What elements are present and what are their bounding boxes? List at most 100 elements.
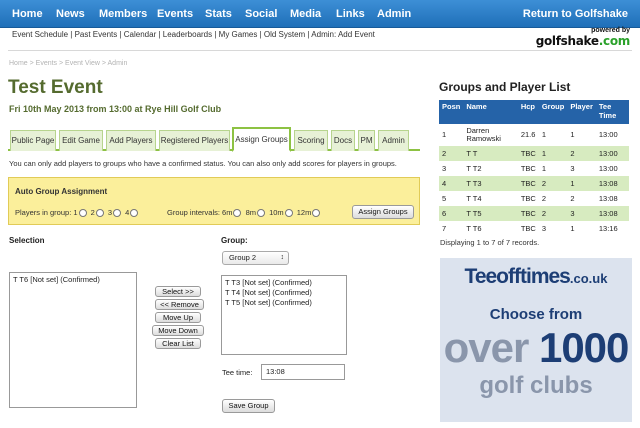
cell-posn: 1 xyxy=(442,130,447,139)
cell-posn: 4 xyxy=(439,176,464,191)
interval-10m-radio[interactable] xyxy=(284,209,293,218)
tee-time-label: Tee time: xyxy=(222,368,253,377)
cell-group: 1 xyxy=(541,130,547,139)
cell-player: 3 xyxy=(567,206,596,221)
col-posn[interactable]: Posn xyxy=(439,100,464,124)
tab-add-players[interactable]: Add Players xyxy=(106,130,156,151)
players-1-radio[interactable] xyxy=(78,209,87,218)
nav-news[interactable]: News xyxy=(56,8,85,20)
cell-posn: 3 xyxy=(442,163,447,173)
cell-player: 2 xyxy=(567,146,596,161)
return-to-golfshake-link[interactable]: Return to Golfshake xyxy=(523,8,628,20)
nav-admin[interactable]: Admin xyxy=(377,8,411,20)
group-listbox[interactable]: T T3 [Not set] (Confirmed) T T4 [Not set… xyxy=(221,275,347,355)
col-player[interactable]: Player xyxy=(567,100,596,124)
cell-group: 1 xyxy=(541,163,547,173)
table-row: 3 T T2 TBC 1 3 13:00 xyxy=(439,161,629,176)
tab-public-page[interactable]: Public Page xyxy=(10,130,56,151)
tab-admin[interactable]: Admin xyxy=(378,130,409,151)
interval-12m-radio[interactable] xyxy=(312,209,321,218)
ad-headline: over 1000 xyxy=(440,324,632,372)
tab-assign-groups[interactable]: Assign Groups xyxy=(232,127,291,152)
col-hcp[interactable]: Hcp xyxy=(517,100,539,124)
cell-posn: 7 xyxy=(442,223,447,233)
cell-hcp: TBC xyxy=(520,193,536,203)
logo-brand-name: golfshake xyxy=(535,34,599,48)
nav-social[interactable]: Social xyxy=(245,8,277,20)
cell-player: 2 xyxy=(570,193,575,203)
cell-hcp: TBC xyxy=(517,206,539,221)
cell-tee-time: 13:00 xyxy=(595,146,629,161)
nav-stats[interactable]: Stats xyxy=(205,8,232,20)
cell-group: 2 xyxy=(538,176,568,191)
group-select-value: Group 2 xyxy=(229,253,257,262)
ad-tagline: Choose from xyxy=(489,306,583,323)
breadcrumb[interactable]: Home > Events > Event View > Admin xyxy=(9,60,127,67)
cell-name: T T3 xyxy=(463,176,518,191)
interval-8m-radio[interactable] xyxy=(256,209,265,218)
group-select[interactable]: Group 2 ↕ xyxy=(222,251,289,265)
nav-links[interactable]: Links xyxy=(336,8,365,20)
nav-members[interactable]: Members xyxy=(99,8,147,20)
cell-hcp: TBC xyxy=(517,146,539,161)
cell-posn: 6 xyxy=(439,206,464,221)
assign-groups-button[interactable]: Assign Groups xyxy=(352,205,414,219)
selection-item[interactable]: T T6 [Not set] (Confirmed) xyxy=(13,275,133,285)
save-group-button[interactable]: Save Group xyxy=(222,399,275,413)
select-button[interactable]: Select >> xyxy=(155,286,201,297)
tab-registered-players[interactable]: Registered Players xyxy=(159,130,230,151)
nav-home[interactable]: Home xyxy=(12,8,43,20)
players-3-radio[interactable] xyxy=(113,209,122,218)
table-row: 6 T T5 TBC 2 3 13:08 xyxy=(439,206,629,221)
interval-option-12m: 12m xyxy=(296,208,312,217)
cell-player: 3 xyxy=(570,163,575,173)
col-name[interactable]: Name xyxy=(463,100,518,124)
move-up-button[interactable]: Move Up xyxy=(155,312,201,323)
groups-player-list-title: Groups and Player List xyxy=(439,80,571,94)
groups-table: Posn Name Hcp Group Player Tee Time 1 Da… xyxy=(439,100,629,236)
ad-brand: Teeofftimes.co.uk xyxy=(444,265,628,289)
tee-time-input[interactable]: 13:08 xyxy=(261,364,345,380)
cell-hcp: TBC xyxy=(517,176,539,191)
chevron-updown-icon: ↕ xyxy=(280,254,285,261)
group-item[interactable]: T T3 [Not set] (Confirmed) xyxy=(225,278,343,288)
golfshake-logo[interactable]: powered by golfshake.com xyxy=(535,26,631,48)
remove-button[interactable]: << Remove xyxy=(155,299,204,310)
clear-list-button[interactable]: Clear List xyxy=(155,338,201,349)
tab-scoring[interactable]: Scoring xyxy=(294,130,328,151)
tab-pm[interactable]: PM xyxy=(358,130,375,151)
col-group[interactable]: Group xyxy=(538,100,568,124)
interval-option-6m: 6m xyxy=(222,208,233,217)
cell-player: 1 xyxy=(570,130,575,139)
players-4-radio[interactable] xyxy=(130,209,139,218)
cell-player: 1 xyxy=(570,223,575,233)
auto-group-title: Auto Group Assignment xyxy=(15,187,108,196)
cell-player: 1 xyxy=(567,176,596,191)
event-admin-tabs: Public Page Edit Game Add Players Regist… xyxy=(8,127,420,152)
cell-name: T T xyxy=(463,146,518,161)
teeofftimes-ad-banner[interactable]: Teeofftimes.co.uk Choose from over 1000 … xyxy=(440,258,632,422)
event-date-location: Fri 10th May 2013 from 13:00 at Rye Hill… xyxy=(9,104,222,114)
players-in-group-row: Players in group: 1 2 3 4 xyxy=(15,208,140,218)
group-intervals-label: Group intervals: xyxy=(167,208,220,217)
col-tee-time[interactable]: Tee Time xyxy=(595,100,629,124)
interval-6m-radio[interactable] xyxy=(233,209,242,218)
nav-events[interactable]: Events xyxy=(157,8,193,20)
selection-listbox[interactable]: T T6 [Not set] (Confirmed) xyxy=(9,272,137,408)
table-row: 7 T T6 TBC 3 1 13:16 xyxy=(439,221,629,236)
group-label: Group: xyxy=(221,236,248,245)
nav-media[interactable]: Media xyxy=(290,8,321,20)
cell-name: T T6 xyxy=(466,223,482,233)
move-down-button[interactable]: Move Down xyxy=(152,325,204,336)
records-count: Displaying 1 to 7 of 7 records. xyxy=(440,238,540,247)
group-item[interactable]: T T4 [Not set] (Confirmed) xyxy=(225,288,343,298)
sub-navigation[interactable]: Event Schedule | Past Events | Calendar … xyxy=(12,30,375,39)
players-option-4: 4 xyxy=(125,208,130,217)
group-intervals-row: Group intervals: 6m 8m 10m 12m xyxy=(167,208,322,218)
cell-tee-time: 13:08 xyxy=(595,176,629,191)
tab-docs[interactable]: Docs xyxy=(331,130,355,151)
tab-edit-game[interactable]: Edit Game xyxy=(59,130,103,151)
top-nav-bar: Home News Members Events Stats Social Me… xyxy=(0,0,640,28)
group-item[interactable]: T T5 [Not set] (Confirmed) xyxy=(225,298,343,308)
players-2-radio[interactable] xyxy=(95,209,104,218)
